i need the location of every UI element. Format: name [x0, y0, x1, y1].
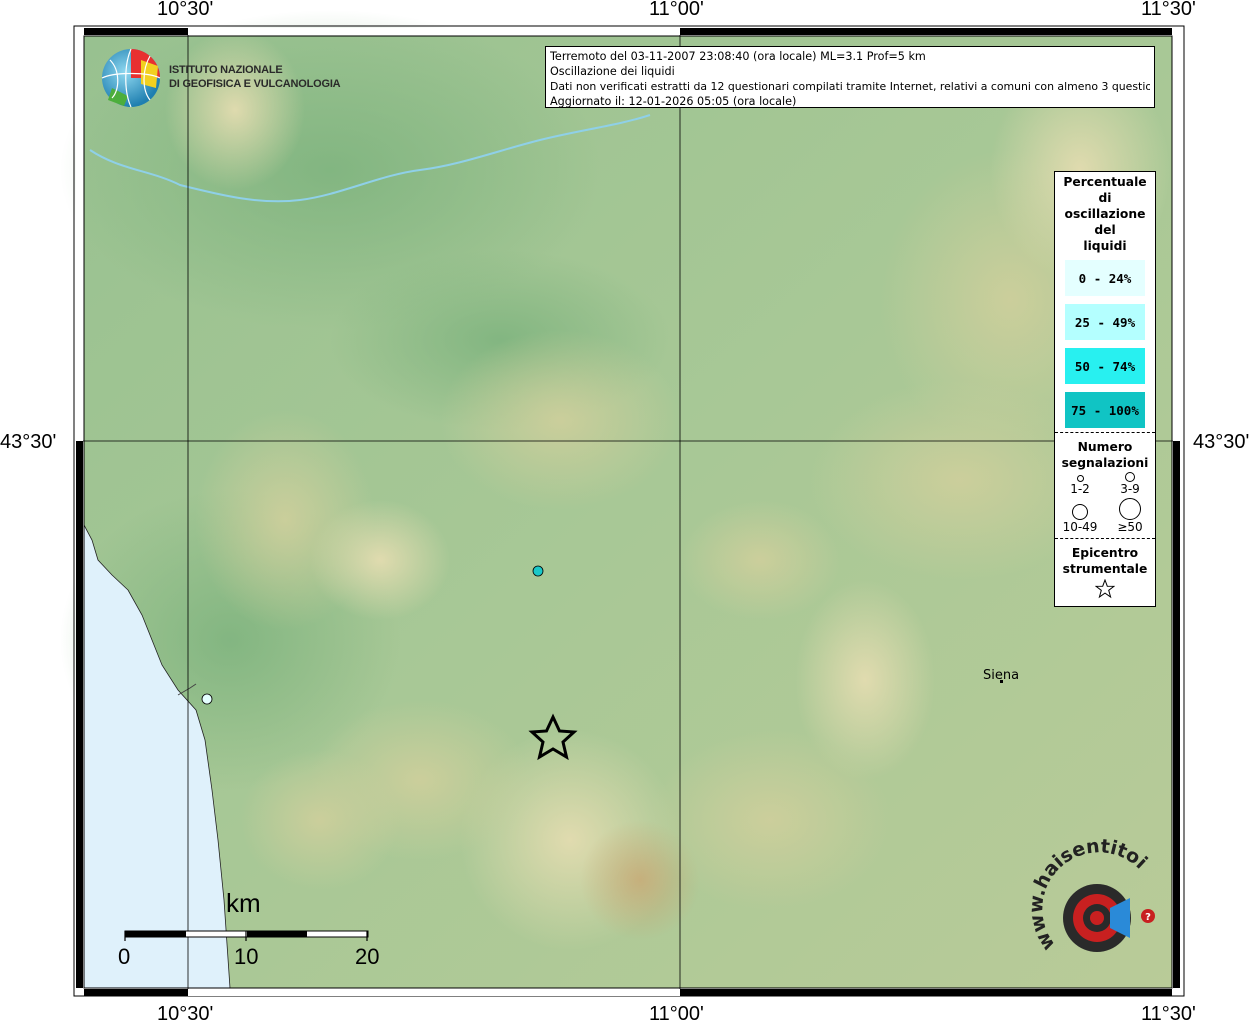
legend-size-1-2: 1-2: [1055, 471, 1105, 496]
ingv-logo-text: ISTITUTO NAZIONALE DI GEOFISICA E VULCAN…: [169, 63, 341, 91]
size-label: 1-2: [1070, 482, 1090, 496]
ingv-logo-icon: [101, 48, 161, 108]
legend-title-line: liquidi: [1083, 239, 1127, 253]
city-label-siena: Siena: [983, 668, 1020, 683]
legend-count-line: segnalazioni: [1061, 456, 1149, 470]
lon-label-bottom-center: 11°00': [649, 1003, 704, 1025]
legend-size-10-49: 10-49: [1055, 498, 1105, 534]
legend-title-line: di: [1098, 191, 1112, 205]
legend-percent-title: Percentuale di oscillazione del liquidi: [1055, 172, 1155, 254]
info-line-1: Terremoto del 03-11-2007 23:08:40 (ora l…: [550, 50, 926, 63]
legend-size-3-9: 3-9: [1105, 471, 1155, 496]
legend-size-50-plus: ≥50: [1105, 498, 1155, 534]
size-circle-icon: [1072, 504, 1088, 520]
size-circle-icon: [1119, 498, 1141, 520]
lat-label-left: 43°30': [0, 431, 57, 453]
report-point-coast[interactable]: [201, 693, 213, 705]
ingv-line-2: DI GEOFISICA E VULCANOLOGIA: [169, 78, 341, 90]
legend-swatch-50-74: 50 - 74%: [1065, 348, 1145, 384]
legend-swatch-25-49: 25 - 49%: [1065, 304, 1145, 340]
legend-title-line: del: [1094, 223, 1116, 237]
lon-label-top-center: 11°00': [649, 0, 704, 20]
legend-swatch-0-24: 0 - 24%: [1065, 260, 1145, 296]
info-line-2: Oscillazione dei liquidi: [550, 65, 675, 78]
scale-label-20: 20: [355, 944, 380, 969]
terrain: [60, 10, 1172, 989]
scale-label-10: 10: [234, 944, 259, 969]
legend-divider: [1055, 432, 1155, 433]
size-circle-icon: [1125, 472, 1135, 482]
legend-epicenter-title: Epicentro strumentale: [1055, 543, 1155, 577]
lat-label-right: 43°30': [1193, 431, 1250, 453]
size-circle-icon: [1076, 475, 1084, 482]
info-line-3: Dati non verificati estratti da 12 quest…: [550, 80, 1150, 93]
svg-text:?: ?: [1145, 912, 1151, 923]
size-label: 3-9: [1120, 482, 1140, 496]
earthquake-info-box: Terremoto del 03-11-2007 23:08:40 (ora l…: [545, 46, 1155, 108]
legend-title-line: oscillazione: [1064, 207, 1146, 221]
info-line-4: Aggiornato il: 12-01-2026 05:05 (ora loc…: [550, 95, 797, 108]
scale-unit-label: km: [226, 888, 261, 918]
legend-title-line: Percentuale: [1063, 175, 1147, 189]
size-label: 10-49: [1062, 520, 1098, 534]
lon-label-bottom-left: 10°30': [157, 1003, 214, 1025]
legend-size-grid: 1-2 3-9 10-49 ≥50: [1055, 471, 1155, 534]
report-point-north[interactable]: [532, 565, 544, 577]
legend-count-title: Numero segnalazioni: [1055, 437, 1155, 471]
ingv-line-1: ISTITUTO NAZIONALE: [169, 64, 283, 76]
legend-epi-line: strumentale: [1062, 562, 1148, 576]
scale-label-0: 0: [118, 944, 131, 969]
legend-epi-line: Epicentro: [1071, 546, 1139, 560]
legend-swatch-75-100: 75 - 100%: [1065, 392, 1145, 428]
legend-divider: [1055, 538, 1155, 539]
legend-count-line: Numero: [1077, 440, 1133, 454]
lon-label-bottom-right: 11°30': [1141, 1003, 1196, 1025]
lon-label-top-right: 11°30': [1141, 0, 1196, 20]
legend-star-icon: [1094, 578, 1116, 599]
legend-panel: Percentuale di oscillazione del liquidi …: [1054, 171, 1156, 607]
size-label: ≥50: [1117, 520, 1143, 534]
lon-label-top-left: 10°30': [157, 0, 214, 20]
